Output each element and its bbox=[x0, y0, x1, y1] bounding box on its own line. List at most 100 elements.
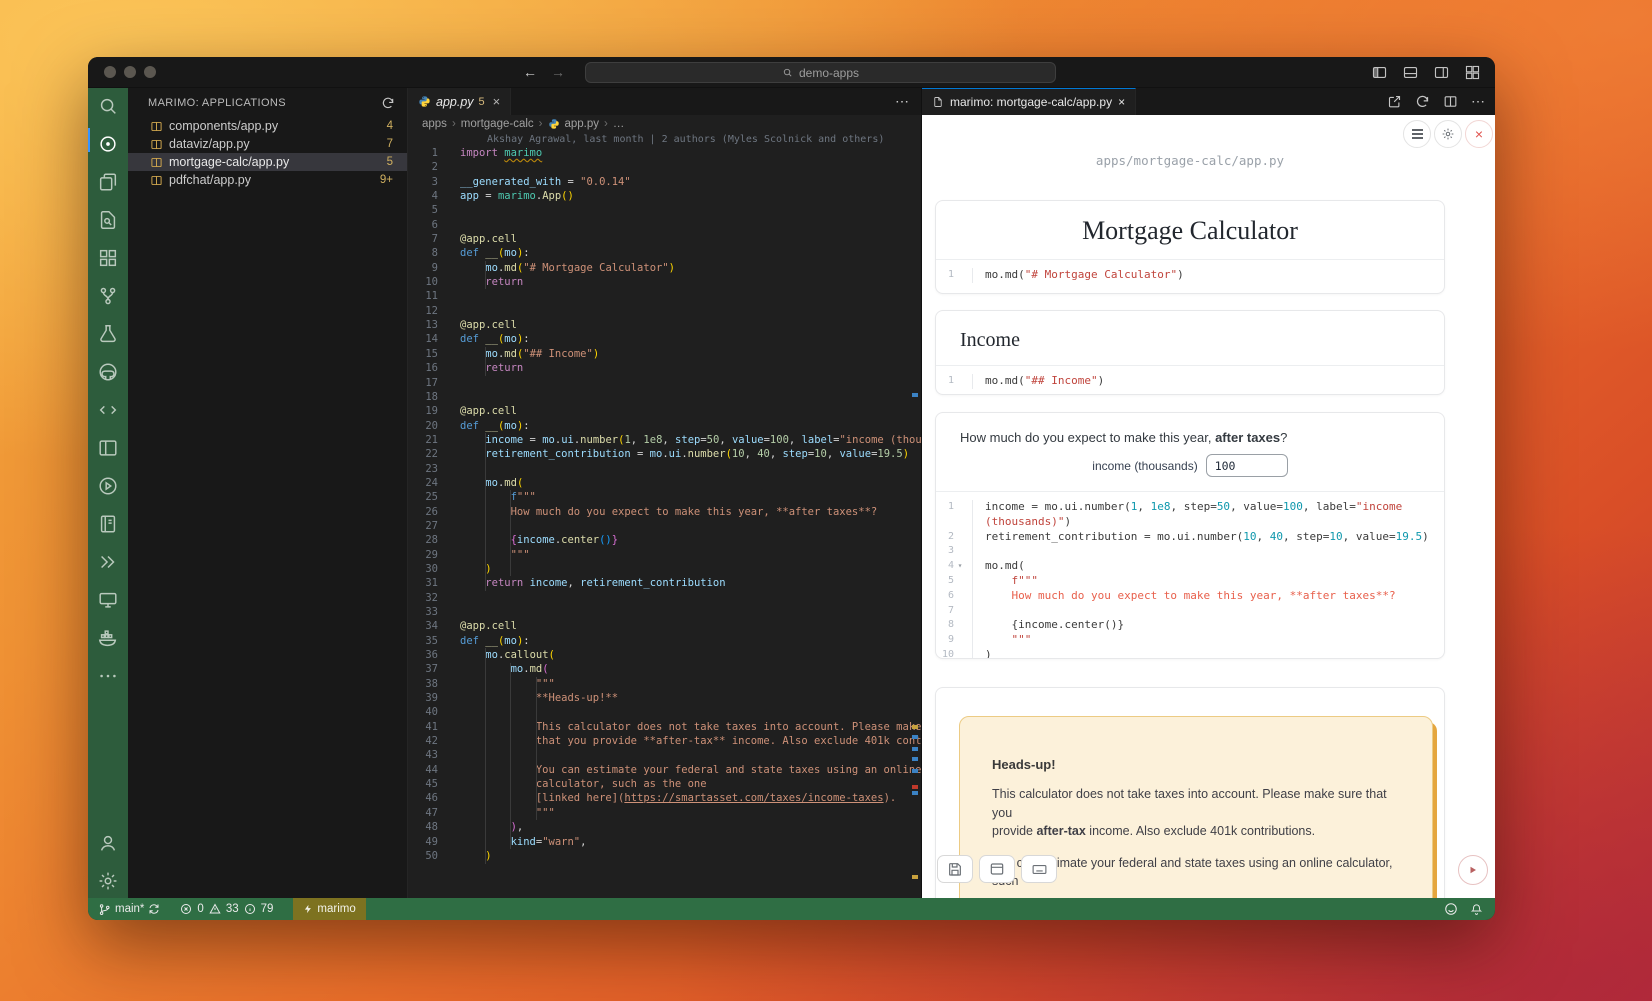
sync-icon[interactable] bbox=[148, 903, 160, 915]
open-app-button[interactable] bbox=[979, 855, 1015, 883]
marimo-icon[interactable] bbox=[97, 133, 119, 155]
settings-gear-icon[interactable] bbox=[97, 870, 119, 892]
line-number: 46 bbox=[408, 791, 446, 805]
cell-count-badge: 5 bbox=[387, 156, 393, 168]
open-external-icon[interactable] bbox=[1387, 94, 1402, 109]
breadcrumb[interactable]: apps›mortgage-calc›app.py›… bbox=[408, 115, 921, 133]
overview-ruler-mark bbox=[912, 757, 918, 761]
overview-ruler-mark bbox=[912, 725, 918, 729]
breadcrumb-item[interactable]: … bbox=[613, 118, 625, 130]
file-search-icon[interactable] bbox=[97, 209, 119, 231]
section-heading: Income bbox=[936, 311, 1444, 352]
cell-code[interactable]: 1income = mo.ui.number(1, 1e8, step=50, … bbox=[936, 492, 1444, 659]
close-window-button[interactable] bbox=[104, 66, 116, 78]
close-tab-icon[interactable]: × bbox=[1118, 95, 1125, 109]
code-line-content: def __(mo): bbox=[446, 419, 530, 433]
customize-layout-icon[interactable] bbox=[1464, 64, 1481, 81]
back-button[interactable]: ← bbox=[523, 64, 537, 80]
code-link[interactable]: https://smartasset.com/taxes/income-taxe… bbox=[624, 792, 883, 804]
git-branch-status[interactable]: main* bbox=[98, 903, 160, 916]
forward-button[interactable]: → bbox=[551, 64, 565, 80]
line-number: 1 bbox=[408, 146, 446, 160]
run-all-icon[interactable] bbox=[97, 551, 119, 573]
overview-ruler-mark bbox=[912, 393, 918, 397]
file-label: components/app.py bbox=[169, 119, 278, 133]
menu-button[interactable] bbox=[1403, 120, 1431, 148]
line-number bbox=[936, 515, 966, 530]
cell-code[interactable]: 1mo.md("# Mortgage Calculator") bbox=[936, 260, 1444, 289]
copy-pages-icon[interactable] bbox=[97, 171, 119, 193]
code-line-content: @app.cell bbox=[446, 318, 517, 332]
beaker-icon[interactable] bbox=[97, 323, 119, 345]
code-line: 35def __(mo): bbox=[408, 634, 921, 648]
indent-guide bbox=[485, 433, 486, 591]
code-line-content bbox=[446, 218, 460, 232]
file-label: pdfchat/app.py bbox=[169, 173, 251, 187]
sidebar-item-components[interactable]: components/app.py4 bbox=[128, 117, 407, 135]
marimo-preview-webview: × apps/mortgage-calc/app.py Mortgage Cal… bbox=[922, 115, 1495, 898]
line-number: 3 bbox=[408, 175, 446, 189]
sidebar-item-mortgage-calc[interactable]: mortgage-calc/app.py5 bbox=[128, 153, 407, 171]
code-line-content: """ bbox=[446, 806, 555, 820]
gear-icon bbox=[1441, 127, 1455, 141]
command-center-search[interactable]: demo-apps bbox=[585, 62, 1056, 83]
code-line-content: mo.callout( bbox=[446, 648, 555, 662]
code-line-content bbox=[446, 304, 460, 318]
line-number: 2 bbox=[936, 530, 966, 545]
refresh-icon[interactable] bbox=[1415, 94, 1430, 109]
tab-problems-badge: 5 bbox=[479, 96, 485, 108]
play-circle-icon[interactable] bbox=[97, 475, 119, 497]
github-icon[interactable] bbox=[97, 361, 119, 383]
sidebar-item-dataviz[interactable]: dataviz/app.py7 bbox=[128, 135, 407, 153]
code-line-content bbox=[446, 160, 460, 174]
income-input[interactable] bbox=[1206, 454, 1288, 477]
code-editor[interactable]: Akshay Agrawal, last month | 2 authors (… bbox=[408, 133, 921, 898]
feedback-smiley-icon[interactable] bbox=[1444, 902, 1458, 916]
notebook-path: apps/mortgage-calc/app.py bbox=[935, 115, 1445, 168]
toggle-panel-icon[interactable] bbox=[1402, 64, 1419, 81]
keyboard-shortcuts-button[interactable] bbox=[1021, 855, 1057, 883]
indent-guide bbox=[485, 347, 486, 376]
cell-code[interactable]: 1mo.md("## Income") bbox=[936, 366, 1444, 395]
docker-icon[interactable] bbox=[97, 627, 119, 649]
close-tab-icon[interactable]: × bbox=[493, 94, 501, 109]
shutdown-button[interactable]: × bbox=[1465, 120, 1493, 148]
notifications-bell-icon[interactable] bbox=[1470, 903, 1483, 916]
split-editor-icon[interactable] bbox=[1443, 94, 1458, 109]
code-line: 14def __(mo): bbox=[408, 332, 921, 346]
zoom-window-button[interactable] bbox=[144, 66, 156, 78]
indent-guide bbox=[510, 490, 511, 576]
line-number: 8 bbox=[408, 246, 446, 260]
git-fork-icon[interactable] bbox=[97, 285, 119, 307]
breadcrumb-item[interactable]: mortgage-calc bbox=[461, 118, 534, 130]
minimize-window-button[interactable] bbox=[124, 66, 136, 78]
code-brackets-icon[interactable] bbox=[97, 399, 119, 421]
code-line: 1mo.md("## Income") bbox=[936, 374, 1444, 389]
save-button[interactable] bbox=[937, 855, 973, 883]
problems-status[interactable]: 0 33 79 bbox=[180, 903, 273, 915]
sidebar-item-pdfchat[interactable]: pdfchat/app.py9+ bbox=[128, 171, 407, 189]
toggle-secondary-sidebar-icon[interactable] bbox=[1433, 64, 1450, 81]
more-icon[interactable] bbox=[97, 665, 119, 687]
toggle-sidebar-icon[interactable] bbox=[1371, 64, 1388, 81]
account-icon[interactable] bbox=[97, 832, 119, 854]
refresh-icon[interactable] bbox=[381, 96, 395, 110]
fold-chevron-icon[interactable]: ▾ bbox=[954, 559, 966, 574]
settings-button[interactable] bbox=[1434, 120, 1462, 148]
search-icon[interactable] bbox=[97, 95, 119, 117]
breadcrumb-item[interactable]: apps bbox=[422, 118, 447, 130]
notebook-icon[interactable] bbox=[97, 513, 119, 535]
tab-app-py[interactable]: app.py 5 × bbox=[408, 88, 511, 115]
devices-icon[interactable] bbox=[97, 589, 119, 611]
code-line-content: @app.cell bbox=[446, 619, 517, 633]
breadcrumb-item[interactable]: app.py bbox=[565, 118, 600, 130]
marimo-status-item[interactable]: marimo bbox=[293, 898, 365, 920]
editor-actions-more-icon[interactable]: ⋯ bbox=[895, 88, 909, 115]
line-number: 45 bbox=[408, 777, 446, 791]
extensions-icon[interactable] bbox=[97, 247, 119, 269]
tab-marimo-preview[interactable]: marimo: mortgage-calc/app.py × bbox=[922, 88, 1136, 115]
more-actions-icon[interactable]: ⋯ bbox=[1471, 93, 1485, 110]
run-button[interactable] bbox=[1458, 855, 1488, 885]
layout-sidebar-icon[interactable] bbox=[97, 437, 119, 459]
line-number: 4 bbox=[408, 189, 446, 203]
